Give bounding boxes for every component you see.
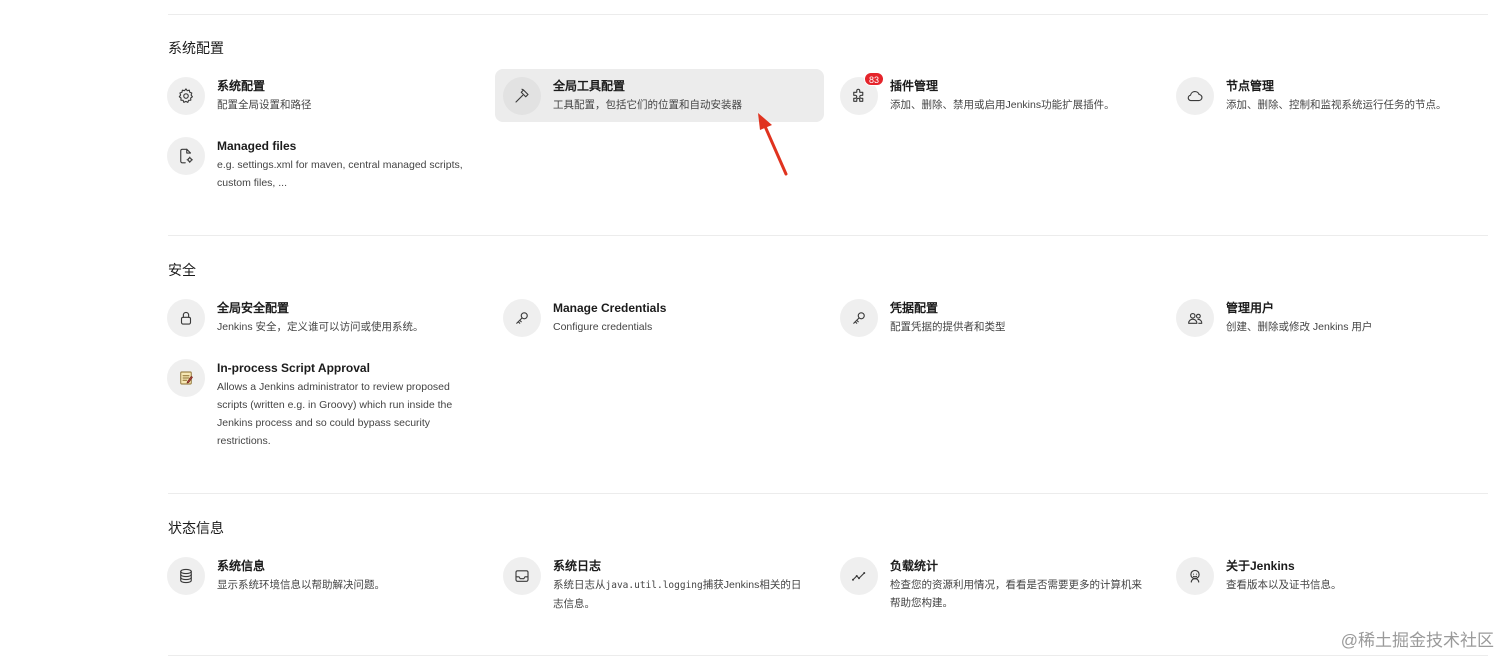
section-title-status-info: 状态信息: [168, 520, 224, 536]
item-title: 系统信息: [217, 559, 266, 573]
item-title: In-process Script Approval: [217, 361, 370, 375]
item-desc: 配置全局设置和路径: [217, 99, 312, 111]
puzzle-icon: 83: [840, 72, 884, 115]
lock-icon: [167, 299, 205, 337]
database-icon: [167, 557, 205, 595]
item-title: 节点管理: [1226, 79, 1275, 93]
item-desc: 创建、删除或修改 Jenkins 用户: [1226, 321, 1373, 333]
file-gear-icon: [167, 137, 205, 175]
manage-credentials-item[interactable]: Manage Credentials Configure credentials: [495, 291, 825, 347]
watermark: @稀土掘金技术社区: [1340, 631, 1494, 650]
desc-code: java.util.logging: [605, 580, 703, 591]
item-title: Managed files: [217, 139, 297, 153]
bottom-divider: [168, 655, 1488, 656]
plugin-manager-item[interactable]: 83 插件管理 添加、删除、禁用或启用Jenkins功能扩展插件。: [832, 69, 1162, 125]
key-icon: [503, 299, 541, 337]
users-icon: [1176, 299, 1214, 337]
about-jenkins-item[interactable]: 关于Jenkins 查看版本以及证书信息。: [1168, 549, 1488, 605]
item-title: 系统配置: [217, 79, 266, 93]
item-title: Manage Credentials: [553, 301, 667, 315]
item-title: 凭据配置: [890, 301, 939, 315]
item-desc: 系统日志从java.util.logging捕获Jenkins相关的日志信息。: [553, 576, 811, 613]
item-desc: 添加、删除、禁用或启用Jenkins功能扩展插件。: [890, 99, 1115, 111]
notepad-icon: [167, 359, 205, 397]
global-security-item[interactable]: 全局安全配置 Jenkins 安全，定义谁可以访问或使用系统。: [159, 291, 489, 347]
load-statistics-item[interactable]: 负载统计 检查您的资源利用情况，看看是否需要更多的计算机来帮助您构建。: [832, 549, 1162, 622]
gear-icon: [167, 77, 205, 115]
item-desc: 检查您的资源利用情况，看看是否需要更多的计算机来帮助您构建。: [890, 579, 1142, 609]
item-title: 全局安全配置: [217, 301, 290, 315]
section-divider-2: [168, 493, 1488, 494]
section-title-system-config: 系统配置: [168, 40, 224, 56]
item-title: 管理用户: [1226, 301, 1275, 315]
cloud-icon: [1176, 77, 1214, 115]
hammer-icon: [503, 77, 541, 115]
red-arrow-annotation: [758, 113, 788, 176]
system-info-item[interactable]: 系统信息 显示系统环境信息以帮助解决问题。: [159, 549, 489, 605]
system-log-item[interactable]: 系统日志 系统日志从java.util.logging捕获Jenkins相关的日…: [495, 549, 825, 623]
script-approval-item[interactable]: In-process Script Approval Allows a Jenk…: [159, 351, 479, 460]
manage-users-item[interactable]: 管理用户 创建、删除或修改 Jenkins 用户: [1168, 291, 1488, 347]
credential-config-item[interactable]: 凭据配置 配置凭据的提供者和类型: [832, 291, 1162, 347]
item-title: 系统日志: [553, 559, 602, 573]
section-divider-1: [168, 235, 1488, 236]
item-desc: 显示系统环境信息以帮助解决问题。: [217, 579, 385, 591]
item-title: 关于Jenkins: [1226, 559, 1295, 573]
item-title: 全局工具配置: [553, 79, 626, 93]
system-config-item[interactable]: 系统配置 配置全局设置和路径: [159, 69, 489, 125]
item-title: 插件管理: [890, 79, 939, 93]
item-desc: 工具配置，包括它们的位置和自动安装器: [553, 99, 742, 111]
node-manager-item[interactable]: 节点管理 添加、删除、控制和监视系统运行任务的节点。: [1168, 69, 1488, 125]
item-desc: Configure credentials: [553, 321, 653, 333]
inbox-icon: [503, 557, 541, 595]
item-desc: e.g. settings.xml for maven, central man…: [217, 159, 463, 189]
key-icon: [840, 299, 878, 337]
chart-line-icon: [840, 557, 878, 595]
item-desc: Jenkins 安全，定义谁可以访问或使用系统。: [217, 321, 424, 333]
manage-jenkins-page: 系统配置 系统配置 配置全局设置和路径 全局工具配置 工具配置，包括它们的位置和…: [0, 0, 1512, 669]
item-desc: 配置凭据的提供者和类型: [890, 321, 1006, 333]
jenkins-icon: [1176, 557, 1214, 595]
item-desc: 查看版本以及证书信息。: [1226, 579, 1342, 591]
managed-files-item[interactable]: Managed files e.g. settings.xml for mave…: [159, 129, 479, 202]
item-title: 负载统计: [890, 559, 939, 573]
desc-text: 系统日志从: [553, 579, 606, 591]
updates-badge: 83: [863, 72, 884, 86]
top-divider: [168, 14, 1488, 15]
section-title-security: 安全: [168, 262, 196, 278]
item-desc: 添加、删除、控制和监视系统运行任务的节点。: [1226, 99, 1447, 111]
item-desc: Allows a Jenkins administrator to review…: [217, 381, 453, 447]
